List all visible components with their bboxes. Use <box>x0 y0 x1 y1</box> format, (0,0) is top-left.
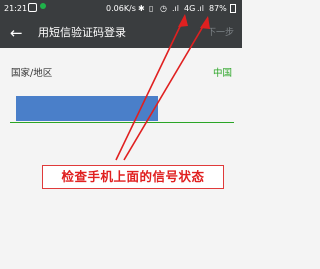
arrowhead-2 <box>200 16 210 29</box>
annotation-label: 检查手机上面的信号状态 <box>42 165 224 189</box>
annotation-arrow-2 <box>123 17 209 161</box>
annotation-arrows <box>115 14 210 161</box>
arrowhead-1 <box>178 14 188 27</box>
annotation-arrow-1 <box>115 15 186 161</box>
